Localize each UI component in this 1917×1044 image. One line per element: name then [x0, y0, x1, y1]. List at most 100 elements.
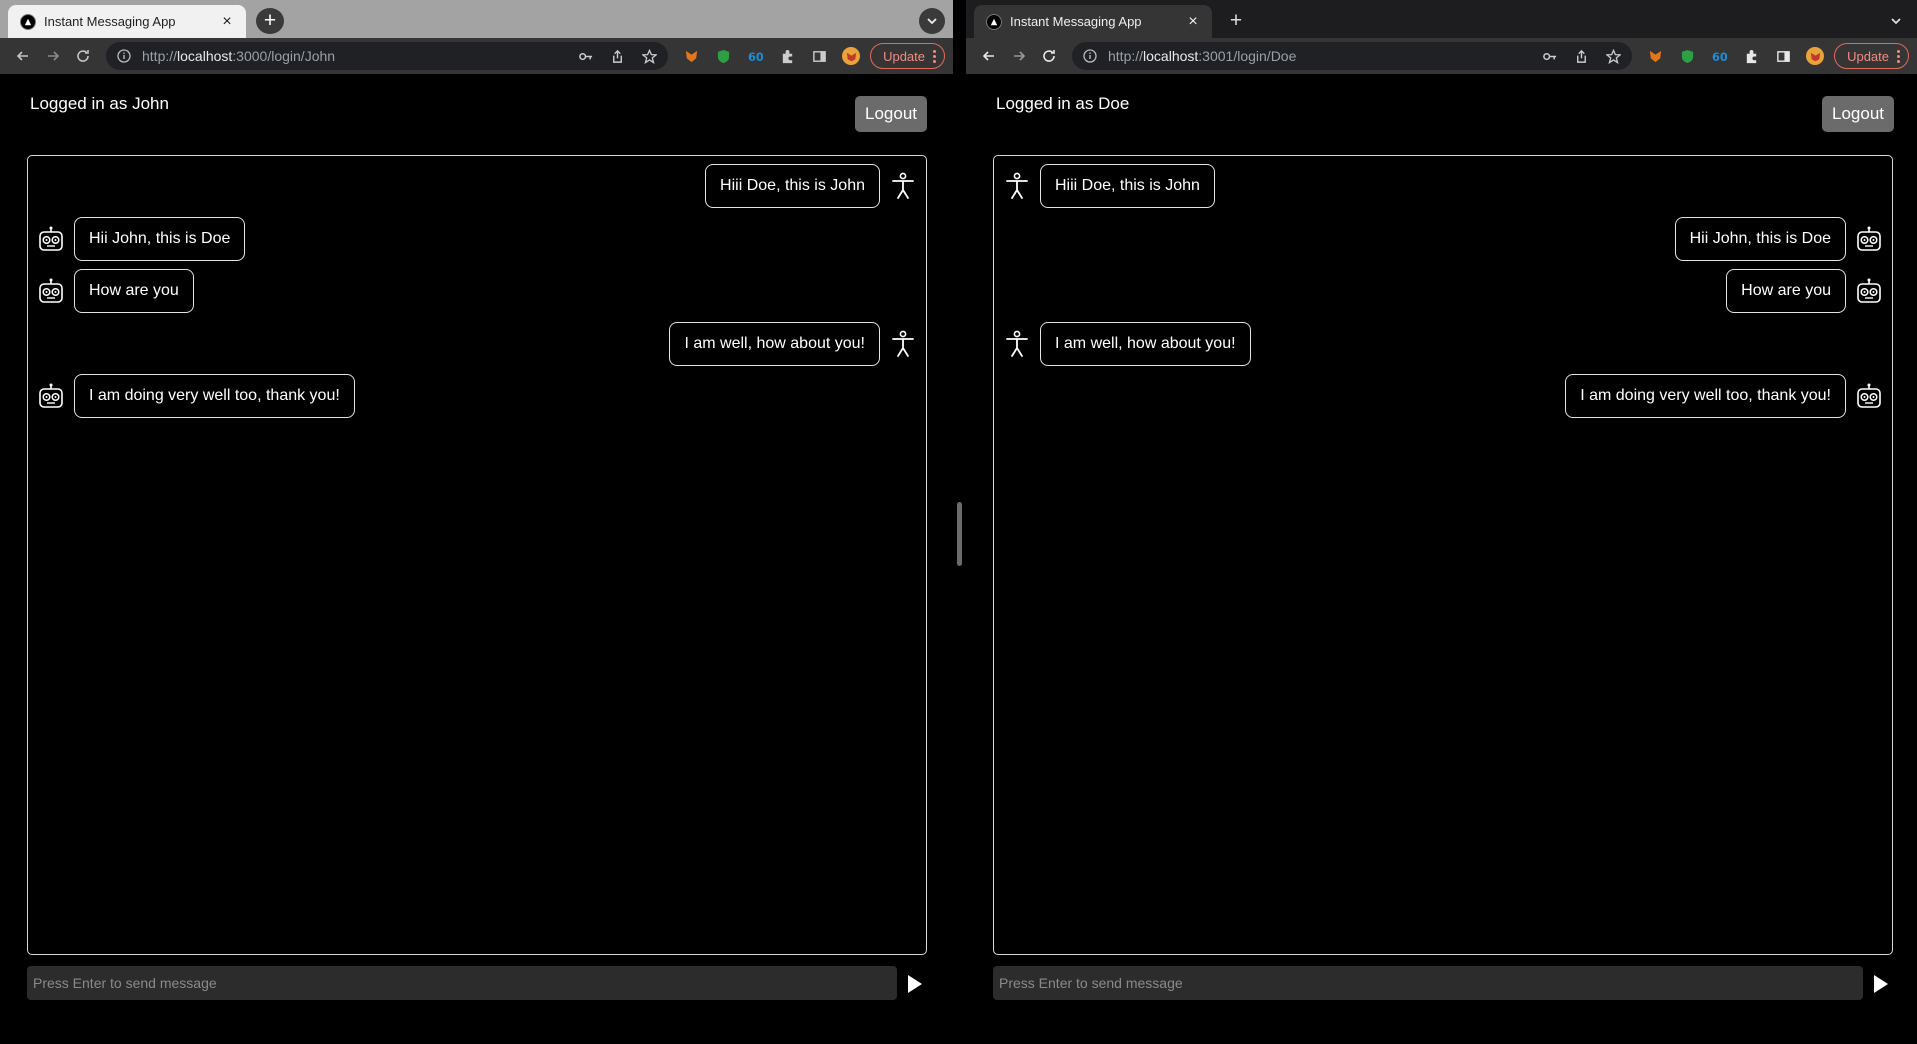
metamask-fox-icon[interactable] [682, 47, 700, 65]
message-row: Hii John, this is Doe [994, 216, 1892, 261]
kebab-menu-icon[interactable] [933, 49, 936, 63]
browser-toolbar: http://localhost:3001/login/Doe 60 Updat… [966, 38, 1917, 74]
robot-icon [38, 277, 64, 305]
shield-icon[interactable] [714, 47, 732, 65]
splitter-handle[interactable] [957, 502, 962, 566]
message-row: I am well, how about you! [28, 321, 926, 366]
message-row: Hiii Doe, this is John [994, 164, 1892, 208]
tab-search-button[interactable] [1883, 8, 1909, 34]
chat-messages-panel: Hiii Doe, this is John Hii John, this is … [993, 155, 1893, 955]
forward-button[interactable] [38, 41, 68, 71]
message-row: Hiii Doe, this is John [28, 164, 926, 208]
kebab-menu-icon[interactable] [1897, 49, 1900, 63]
person-icon [890, 172, 916, 200]
tab-search-button[interactable] [919, 8, 945, 34]
message-bubble: I am well, how about you! [669, 321, 880, 366]
puzzle-extensions-icon[interactable] [1742, 47, 1760, 65]
chevron-down-icon [1891, 18, 1901, 25]
star-icon[interactable] [1604, 47, 1622, 65]
robot-icon [1856, 277, 1882, 305]
chat-messages-panel: Hiii Doe, this is John Hii John, this is … [27, 155, 927, 955]
message-bubble: Hii John, this is Doe [1674, 216, 1846, 261]
tab-strip: Instant Messaging App × + [966, 0, 1917, 38]
share-icon[interactable] [1572, 47, 1590, 65]
send-button[interactable] [1870, 971, 1892, 997]
message-composer[interactable] [993, 966, 1863, 1000]
robot-icon [38, 382, 64, 410]
message-bubble: Hii John, this is Doe [74, 216, 246, 261]
logout-button[interactable]: Logout [1822, 96, 1894, 132]
shield-icon[interactable] [1678, 47, 1696, 65]
tab-title: Instant Messaging App [44, 14, 176, 29]
arrow-left-icon [16, 51, 28, 61]
arrow-right-icon [48, 51, 60, 61]
message-input[interactable] [999, 975, 1857, 991]
message-row: Hii John, this is Doe [28, 216, 926, 261]
window-splitter[interactable] [953, 0, 966, 1044]
message-row: I am doing very well too, thank you! [28, 374, 926, 418]
message-input[interactable] [33, 975, 891, 991]
key-icon[interactable] [1540, 47, 1558, 65]
side-panel-icon[interactable] [810, 47, 828, 65]
arrow-left-icon [982, 51, 994, 61]
go-extension-icon[interactable]: 60 [746, 47, 764, 65]
message-bubble: How are you [74, 269, 194, 313]
message-row: I am doing very well too, thank you! [994, 374, 1892, 418]
chevron-down-icon [927, 18, 937, 25]
key-icon[interactable] [576, 47, 594, 65]
logged-in-label: Logged in as John [30, 94, 169, 113]
address-bar[interactable]: http://localhost:3000/login/John [106, 42, 669, 70]
info-icon[interactable] [1082, 48, 1098, 64]
message-row: I am well, how about you! [994, 321, 1892, 366]
browser-tab[interactable]: Instant Messaging App × [8, 5, 246, 38]
svg-text:60: 60 [1712, 51, 1727, 64]
chat-app: Logged in as John Logout Hiii Doe, this … [0, 74, 953, 1044]
message-bubble: I am doing very well too, thank you! [74, 374, 355, 418]
close-tab-icon[interactable]: × [1184, 13, 1202, 31]
new-tab-button[interactable]: + [256, 8, 284, 34]
message-row: How are you [994, 269, 1892, 313]
new-tab-button[interactable]: + [1222, 8, 1250, 34]
profile-avatar[interactable] [1806, 47, 1825, 65]
profile-avatar[interactable] [842, 47, 861, 65]
send-triangle-icon [908, 975, 922, 993]
reload-button[interactable] [68, 41, 98, 71]
arrow-right-icon [1014, 51, 1026, 61]
back-button[interactable] [8, 41, 38, 71]
robot-icon [1856, 225, 1882, 253]
back-button[interactable] [974, 41, 1004, 71]
reload-icon [77, 50, 89, 62]
reload-button[interactable] [1034, 41, 1064, 71]
logged-in-label: Logged in as Doe [996, 94, 1130, 113]
robot-icon [1856, 382, 1882, 410]
logout-button[interactable]: Logout [855, 96, 927, 132]
svg-text:60: 60 [748, 51, 763, 64]
puzzle-extensions-icon[interactable] [778, 47, 796, 65]
reload-icon [1043, 50, 1055, 62]
metamask-fox-icon[interactable] [1646, 47, 1664, 65]
person-icon [1004, 330, 1030, 358]
tab-strip: Instant Messaging App × + [0, 0, 953, 38]
message-bubble: Hiii Doe, this is John [1040, 164, 1215, 208]
update-button[interactable]: Update [1834, 43, 1909, 69]
info-icon[interactable] [116, 48, 132, 64]
message-bubble: Hiii Doe, this is John [705, 164, 880, 208]
forward-button[interactable] [1004, 41, 1034, 71]
tab-title: Instant Messaging App [1010, 14, 1142, 29]
share-icon[interactable] [608, 47, 626, 65]
message-bubble: I am well, how about you! [1040, 321, 1251, 366]
update-button[interactable]: Update [870, 43, 945, 69]
message-composer[interactable] [27, 966, 897, 1000]
message-bubble: I am doing very well too, thank you! [1565, 374, 1846, 418]
person-icon [890, 330, 916, 358]
close-tab-icon[interactable]: × [218, 13, 236, 31]
robot-icon [38, 225, 64, 253]
star-icon[interactable] [640, 47, 658, 65]
message-row: How are you [28, 269, 926, 313]
address-bar[interactable]: http://localhost:3001/login/Doe [1072, 42, 1633, 70]
side-panel-icon[interactable] [1774, 47, 1792, 65]
go-extension-icon[interactable]: 60 [1710, 47, 1728, 65]
browser-tab[interactable]: Instant Messaging App × [974, 5, 1212, 38]
triangle-favicon-icon [986, 13, 1002, 30]
send-button[interactable] [904, 971, 926, 997]
